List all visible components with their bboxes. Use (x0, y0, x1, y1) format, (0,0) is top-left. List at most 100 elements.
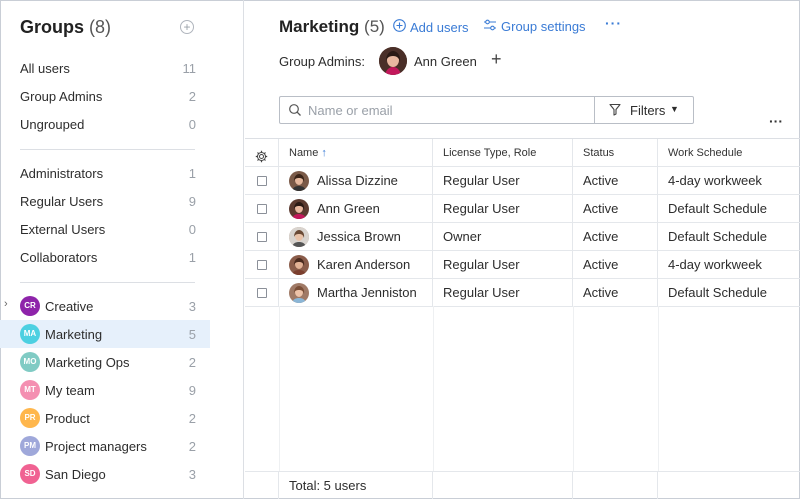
filter-icon (609, 103, 621, 119)
user-status: Active (583, 173, 619, 188)
group-item-label: My team (45, 383, 95, 398)
group-admins-label: Group Admins: (279, 54, 365, 69)
user-name[interactable]: Martha Jenniston (317, 279, 417, 307)
group-admin-name[interactable]: Ann Green (414, 54, 477, 69)
user-work-schedule: Default Schedule (668, 285, 768, 300)
group-item-marketing-ops[interactable]: MO Marketing Ops 2 (0, 348, 210, 376)
user-name[interactable]: Karen Anderson (317, 251, 410, 279)
plus-circle-icon (393, 19, 406, 35)
table-more-options-button[interactable]: ··· (769, 113, 783, 129)
group-item-product[interactable]: PR Product 2 (0, 404, 210, 432)
group-settings-button[interactable]: Group settings (483, 19, 586, 34)
group-item-creative[interactable]: › CR Creative 3 (0, 292, 210, 320)
user-name[interactable]: Alissa Dizzine (317, 167, 398, 195)
filters-button[interactable]: Filters ▼ (594, 96, 694, 124)
user-name[interactable]: Ann Green (317, 195, 380, 223)
sidebar-divider (20, 149, 195, 150)
table-row[interactable]: Jessica Brown Owner Active Default Sched… (245, 223, 800, 251)
row-checkbox[interactable] (257, 204, 267, 214)
avatar (289, 227, 309, 247)
user-work-schedule: Default Schedule (668, 201, 768, 216)
group-avatar: PM (20, 436, 40, 456)
user-status: Active (583, 229, 619, 244)
sidebar-item-label: Regular Users (20, 194, 104, 209)
sidebar-title-count: (8) (89, 17, 112, 37)
sidebar-divider (20, 282, 195, 283)
group-avatar: MT (20, 380, 40, 400)
sidebar-item-label: External Users (20, 222, 106, 237)
sidebar-item-count: 1 (188, 166, 196, 181)
row-checkbox[interactable] (257, 176, 267, 186)
group-avatar: MO (20, 352, 40, 372)
table-row[interactable]: Martha Jenniston Regular User Active Def… (245, 279, 800, 307)
group-item-my-team[interactable]: MT My team 9 (0, 376, 210, 404)
sidebar-item-count: 0 (188, 117, 196, 132)
chevron-right-icon[interactable]: › (4, 298, 8, 310)
filters-label: Filters (630, 103, 666, 118)
avatar (289, 199, 309, 219)
group-avatar: MA (20, 324, 40, 344)
search-icon (288, 103, 302, 117)
search-input[interactable] (308, 101, 588, 119)
caret-down-icon: ▼ (670, 104, 679, 114)
sidebar-item-collaborators[interactable]: Collaborators 1 (0, 243, 210, 271)
table-row[interactable]: Alissa Dizzine Regular User Active 4-day… (245, 167, 800, 195)
add-users-button[interactable]: Add users (393, 19, 469, 35)
avatar (289, 283, 309, 303)
group-item-marketing[interactable]: MA Marketing 5 (0, 320, 210, 348)
sidebar-item-label: Ungrouped (20, 117, 85, 132)
sidebar-title: Groups (8) (20, 17, 112, 37)
group-item-count: 2 (188, 411, 196, 426)
sidebar-item-ungrouped[interactable]: Ungrouped 0 (0, 110, 210, 138)
column-header-status[interactable]: Status (573, 139, 658, 167)
column-header-name[interactable]: Name ↑ (279, 139, 433, 167)
total-users-label: Total: 5 users (289, 478, 367, 493)
user-status: Active (583, 285, 619, 300)
sidebar-item-group-admins[interactable]: Group Admins 2 (0, 82, 210, 110)
user-status: Active (583, 201, 619, 216)
user-work-schedule: 4-day workweek (668, 257, 762, 272)
sidebar-item-administrators[interactable]: Administrators 1 (0, 159, 210, 187)
sidebar-item-count: 1 (188, 250, 196, 265)
sidebar-item-label: Group Admins (20, 89, 103, 104)
group-item-count: 3 (188, 467, 196, 482)
sidebar-item-all-users[interactable]: All users 11 (0, 54, 210, 82)
group-item-count: 2 (188, 439, 196, 454)
row-checkbox[interactable] (257, 288, 267, 298)
group-avatar: CR (20, 296, 40, 316)
user-name[interactable]: Jessica Brown (317, 223, 401, 251)
column-header-license[interactable]: License Type, Role (433, 139, 573, 167)
user-role: Regular User (443, 201, 520, 216)
group-item-label: San Diego (45, 467, 106, 482)
page-title-count: (5) (364, 17, 385, 36)
row-checkbox[interactable] (257, 232, 267, 242)
sort-ascending-icon: ↑ (321, 147, 327, 159)
sidebar-item-external-users[interactable]: External Users 0 (0, 215, 210, 243)
column-divider (433, 306, 434, 471)
more-options-button[interactable]: ··· (605, 15, 622, 31)
column-divider (658, 306, 659, 471)
column-divider (573, 306, 574, 471)
group-item-label: Marketing Ops (45, 355, 130, 370)
user-role: Regular User (443, 285, 520, 300)
user-status: Active (583, 257, 619, 272)
table-row[interactable]: Ann Green Regular User Active Default Sc… (245, 195, 800, 223)
group-item-project-managers[interactable]: PM Project managers 2 (0, 432, 210, 460)
add-admin-button[interactable]: + (491, 49, 502, 70)
group-item-count: 3 (188, 299, 196, 314)
avatar (289, 171, 309, 191)
avatar[interactable] (379, 47, 407, 75)
table-row[interactable]: Karen Anderson Regular User Active 4-day… (245, 251, 800, 279)
row-checkbox[interactable] (257, 260, 267, 270)
sidebar-item-regular-users[interactable]: Regular Users 9 (0, 187, 210, 215)
user-role: Owner (443, 229, 482, 244)
sidebar-item-label: Collaborators (20, 250, 98, 265)
group-item-count: 2 (188, 355, 196, 370)
group-avatar: SD (20, 464, 40, 484)
column-header-work-schedule[interactable]: Work Schedule (658, 139, 800, 167)
user-work-schedule: Default Schedule (668, 229, 768, 244)
add-group-icon[interactable]: + (180, 20, 194, 34)
sidebar-item-label: Administrators (20, 166, 104, 181)
group-item-san-diego[interactable]: SD San Diego 3 (0, 460, 210, 488)
group-item-label: Product (45, 411, 90, 426)
